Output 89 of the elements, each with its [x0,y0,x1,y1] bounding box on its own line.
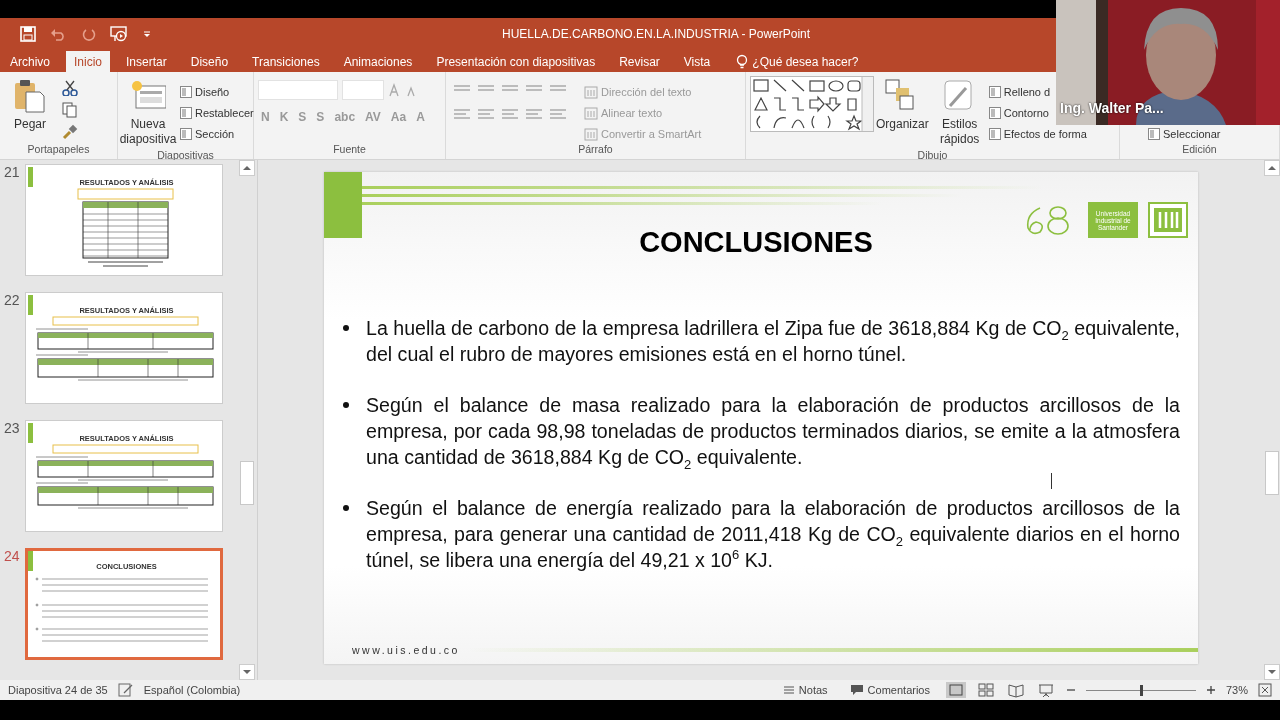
ribbon-group-label: Dibujo [916,149,949,161]
bullet-text: Según el balance de masa realizado para la elaboración de productos arcillosos de la empresa, por cada 98,98 toneladas de productos terminados diarios, se emite a la atmosfera una cantidad de 3618,884 Kg de CO$_{2}$ equivalente. [366,393,1180,470]
text-cursor [1051,473,1053,489]
ribbon-button[interactable]: Efectos de forma [988,126,1087,142]
command-icon [180,107,192,119]
scrollbar-thumb[interactable] [1265,451,1279,495]
command-icon [180,128,192,140]
presenter-icon[interactable] [110,26,128,42]
command-icon [180,86,192,98]
scrollbar-thumb[interactable] [240,461,254,505]
scroll-down-button[interactable] [239,664,255,680]
slider-thumb[interactable] [1139,684,1143,696]
comments-button[interactable]: Comentarios [843,683,936,697]
comment-icon [849,684,864,696]
normal-view-icon[interactable] [945,682,966,698]
ribbon-tab[interactable]: Inicio [66,51,111,72]
ribbon-button[interactable]: Alinear texto [584,105,663,121]
ribbon-tab[interactable]: Animaciones [335,51,421,72]
language-label: Español (Colombia) [143,684,241,696]
ribbon-tab[interactable]: Revisar [611,51,668,72]
uis-logo [1148,202,1188,238]
ribbon-group-label: Párrafo [577,143,614,157]
accent-bar [28,295,33,315]
format-painter-icon[interactable] [62,124,78,140]
cut-icon[interactable] [62,80,78,96]
tell-me-search[interactable]: ¿Qué desea hacer? [730,51,865,72]
redo-icon[interactable] [82,27,96,41]
command-icon [584,106,598,120]
ribbon-button[interactable]: Relleno d [988,84,1051,100]
clipboard-icon [12,78,48,114]
slide-number: 21 [3,164,21,182]
bullet-icon [342,401,350,409]
bullet-text: Según el balance de energía realizado para la elaboración de productos arcillosos de la empresa, para generar una cantidad de 2011,418 Kg de CO$_{2}$ equivalente diarios en el horno túnel, se libera una energía del 49,21 x 10$^{6}$ KJ. [366,496,1180,573]
command-icon [988,128,1001,140]
slide-number: 22 [3,292,21,310]
shapes-gallery[interactable] [750,76,874,132]
ribbon-button[interactable]: Estilos rápidos [930,76,989,149]
slide-sorter-icon[interactable] [975,682,996,698]
ribbon-button[interactable]: Contorno [988,105,1049,121]
scroll-down-button[interactable] [1264,664,1280,680]
scroll-up-button[interactable] [1264,160,1280,176]
bullet-icon [342,504,350,512]
window-title: HUELLA.DE.CARBONO.EN.LA.INDUSTRIA - PowerPoint [502,27,811,41]
zoom-in-icon[interactable] [1205,685,1216,695]
command-icon [584,85,598,99]
ribbon-tab[interactable]: Vista [675,51,719,72]
font-size-field[interactable] [342,80,384,100]
bullet-icon [342,324,350,332]
notes-icon [782,685,795,695]
ribbon-tab[interactable]: Presentación con diapositivas [428,51,604,72]
ribbon-button[interactable]: Restablecer [180,105,254,121]
command-icon [988,107,1001,119]
command-icon [988,86,1001,98]
customize-icon[interactable] [142,29,152,39]
slide-number: 23 [3,420,21,438]
ribbon-button[interactable]: Seleccionar [1148,126,1221,142]
ribbon-button[interactable]: Sección [180,126,235,142]
slide-counter: Diapositiva 24 de 35 [8,684,108,696]
scroll-up-button[interactable] [239,160,255,176]
accent-bar [28,167,33,187]
save-icon[interactable] [20,26,36,42]
ribbon-button[interactable]: Diseño [180,84,230,100]
accent-bar [28,423,33,443]
accent-bar [324,172,362,238]
slide-title: CONCLUSIONES [639,226,873,259]
ribbon-button[interactable]: Pegar [4,76,56,134]
font-name-field[interactable] [258,80,338,100]
ribbon-group-label: Portapapeles [26,143,91,157]
ribbon-tab[interactable]: Archivo [2,51,58,72]
ribbon-tab[interactable]: Insertar [118,51,175,72]
ribbon-group-label: Fuente [332,143,367,157]
reading-view-icon[interactable] [1005,682,1026,698]
zoom-level: 73% [1225,684,1248,696]
lightbulb-icon [736,53,749,70]
ribbon-tab[interactable]: Transiciones [244,51,328,72]
accent-bar [28,551,33,571]
fit-to-window-icon[interactable] [1258,683,1272,697]
command-icon [584,127,598,141]
footer-url: www.uis.edu.co [352,644,460,656]
ribbon-button[interactable]: Organizar [876,76,929,134]
slide-number: 24 [3,548,21,566]
spelling-icon [117,683,134,697]
notes-button[interactable]: Notas [776,683,834,697]
bullet-text: La huella de carbono de la empresa ladrillera el Zipa fue de 3618,884 Kg de CO$_{2}$ equivalente, del cual el rubro de mayores emisiones está en el horno túnel. [366,316,1180,367]
ribbon-tab[interactable]: Diseño [182,51,237,72]
ribbon-group-label: Edición [1181,143,1218,157]
copy-icon[interactable] [62,102,78,118]
command-icon [1148,128,1160,140]
ribbon-group-label: Diapositivas [156,149,215,161]
